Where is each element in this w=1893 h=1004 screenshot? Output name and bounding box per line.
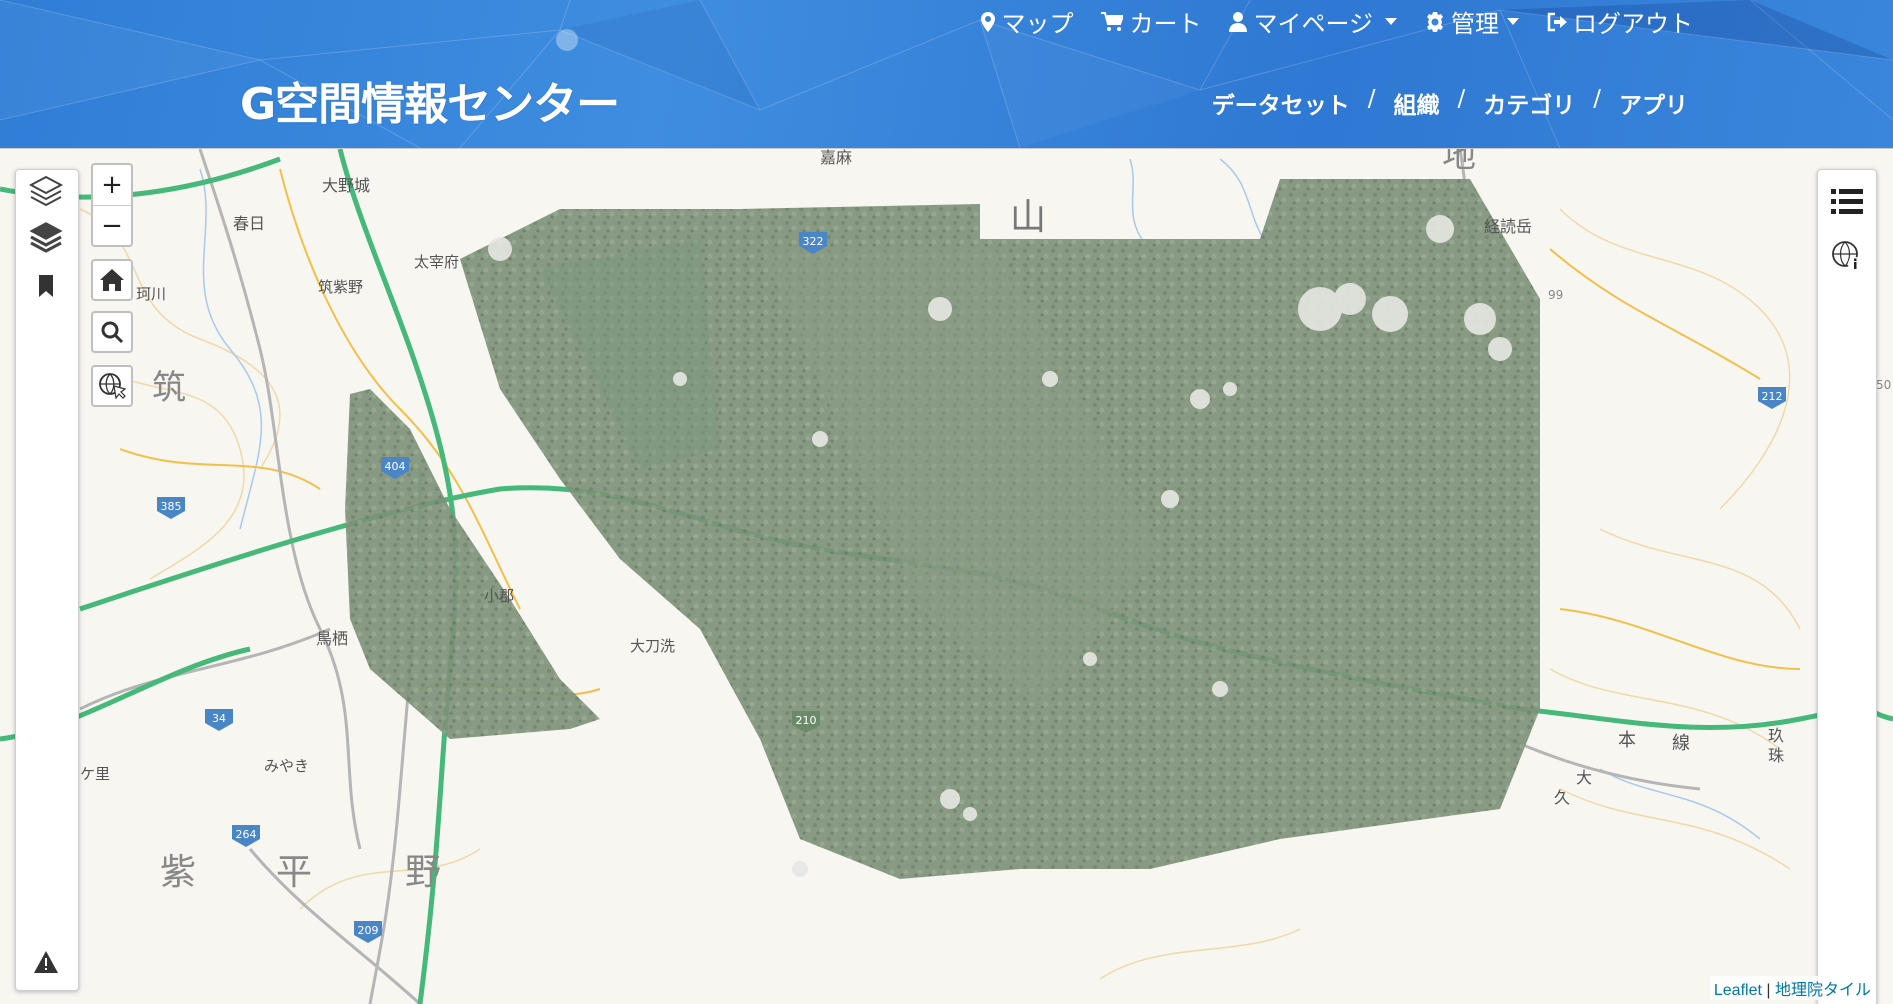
route-shield: 385 xyxy=(157,497,185,519)
map-label: 玖 xyxy=(1768,726,1784,745)
overlay-layers-icon[interactable] xyxy=(26,216,66,260)
map-label: 紫 xyxy=(160,852,196,893)
warning-icon[interactable] xyxy=(26,942,66,982)
map-label: みやき xyxy=(264,757,309,775)
nav-datasets[interactable]: データセット xyxy=(1212,86,1350,120)
nav-mypage-label: マイページ xyxy=(1253,11,1373,38)
route-shield: 34 xyxy=(205,709,233,731)
nav-cart[interactable]: カート xyxy=(1101,4,1201,39)
search-icon xyxy=(101,321,124,344)
map-label: 珠 xyxy=(1768,746,1784,765)
nav-organizations[interactable]: 組織 xyxy=(1394,86,1440,120)
layer-sidebar xyxy=(15,169,79,991)
nav-admin-label: 管理 xyxy=(1451,11,1499,38)
map-label: 小郡 xyxy=(484,587,514,605)
route-shield-label: 385 xyxy=(161,500,182,513)
route-shield-label: 264 xyxy=(236,828,257,841)
map-label: 経読岳 xyxy=(1484,217,1532,236)
nav-cart-label: カート xyxy=(1129,11,1202,38)
map-label: 太宰府 xyxy=(414,253,459,271)
route-shield-label: 209 xyxy=(358,924,379,937)
map-label: 本 xyxy=(1618,730,1636,751)
route-shield: 212 xyxy=(1758,387,1786,409)
zoom-in-button[interactable]: + xyxy=(93,165,131,206)
route-shield-label: 34 xyxy=(212,712,226,725)
map-label: 鳥栖 xyxy=(316,629,348,648)
location-info-button[interactable] xyxy=(91,365,133,407)
base-layers-icon[interactable] xyxy=(26,170,66,214)
gear-icon xyxy=(1427,11,1443,32)
nav-categories[interactable]: カテゴリ xyxy=(1483,86,1575,120)
globe-info-icon[interactable] xyxy=(1827,236,1867,276)
nav-logout[interactable]: ログアウト xyxy=(1547,4,1693,39)
nav-apps[interactable]: アプリ xyxy=(1619,86,1688,120)
route-shield: 264 xyxy=(232,825,260,847)
nav-separator: / xyxy=(1367,86,1376,112)
legend-list-icon[interactable] xyxy=(1827,182,1867,222)
map-marker-icon xyxy=(981,11,996,32)
map-label: 珂川 xyxy=(136,285,166,303)
nav-mypage[interactable]: マイページ xyxy=(1229,4,1397,39)
main-navigation: データセット / 組織 / カテゴリ / アプリ xyxy=(1212,86,1688,120)
map-label: 大刀洗 xyxy=(630,637,675,655)
map-label: 久 xyxy=(1554,788,1570,807)
route-shield-label: 404 xyxy=(385,460,406,473)
map-label: 嘉麻 xyxy=(820,149,852,167)
logout-icon xyxy=(1547,12,1567,31)
route-shield-label: 322 xyxy=(803,235,824,248)
base-map-tiles: 322 404 385 34 264 209 212 210 99 50 大野城… xyxy=(0,149,1893,1004)
map-label: 筑 xyxy=(152,368,186,408)
zoom-out-button[interactable]: − xyxy=(93,206,131,246)
right-sidebar xyxy=(1817,169,1877,1004)
site-logo[interactable]: G空間情報センター xyxy=(240,68,620,132)
site-header: マップ カート マイページ 管理 ログアウト G空間情報センター データセット … xyxy=(0,0,1893,148)
map-label: 地 xyxy=(1442,149,1476,176)
map-label: ケ里 xyxy=(80,765,110,783)
leaflet-link[interactable]: Leaflet xyxy=(1714,982,1762,999)
map-label: 大野城 xyxy=(322,176,370,195)
attribution-separator: | xyxy=(1766,982,1771,999)
map-label: 平 xyxy=(276,852,312,893)
home-button[interactable] xyxy=(91,259,133,301)
map-label: 山 xyxy=(1010,197,1046,238)
user-icon xyxy=(1229,11,1248,32)
route-shield-label: 50 xyxy=(1876,378,1891,392)
route-shield-label: 210 xyxy=(796,714,817,727)
map-view[interactable]: 322 404 385 34 264 209 212 210 99 50 大野城… xyxy=(0,148,1893,1004)
bookmark-icon[interactable] xyxy=(26,266,66,306)
nav-map-label: マップ xyxy=(1001,11,1074,38)
nav-admin[interactable]: 管理 xyxy=(1425,4,1519,39)
zoom-control: + − xyxy=(91,163,133,247)
nav-separator: / xyxy=(1593,86,1601,112)
nav-separator: / xyxy=(1457,86,1466,112)
map-label: 野 xyxy=(405,852,441,893)
globe-pointer-icon xyxy=(99,373,126,400)
route-shield-label: 212 xyxy=(1762,390,1783,403)
nav-map[interactable]: マップ xyxy=(981,4,1073,39)
home-icon xyxy=(100,269,124,291)
map-label: 春日 xyxy=(233,214,265,233)
map-attribution: Leaflet | 地理院タイル xyxy=(1709,976,1875,1000)
nav-logout-label: ログアウト xyxy=(1573,11,1693,38)
map-label: 線 xyxy=(1672,733,1690,754)
top-navigation: マップ カート マイページ 管理 ログアウト xyxy=(981,4,1693,39)
cart-icon xyxy=(1101,11,1124,31)
route-shield-label: 99 xyxy=(1548,288,1563,302)
map-label: 大 xyxy=(1576,768,1592,787)
search-button[interactable] xyxy=(91,311,133,353)
chevron-down-icon xyxy=(1507,18,1519,25)
chevron-down-icon xyxy=(1385,18,1397,25)
route-shield: 209 xyxy=(354,921,382,943)
map-label: 筑紫野 xyxy=(318,278,363,296)
tiles-link[interactable]: 地理院タイル xyxy=(1775,982,1871,999)
